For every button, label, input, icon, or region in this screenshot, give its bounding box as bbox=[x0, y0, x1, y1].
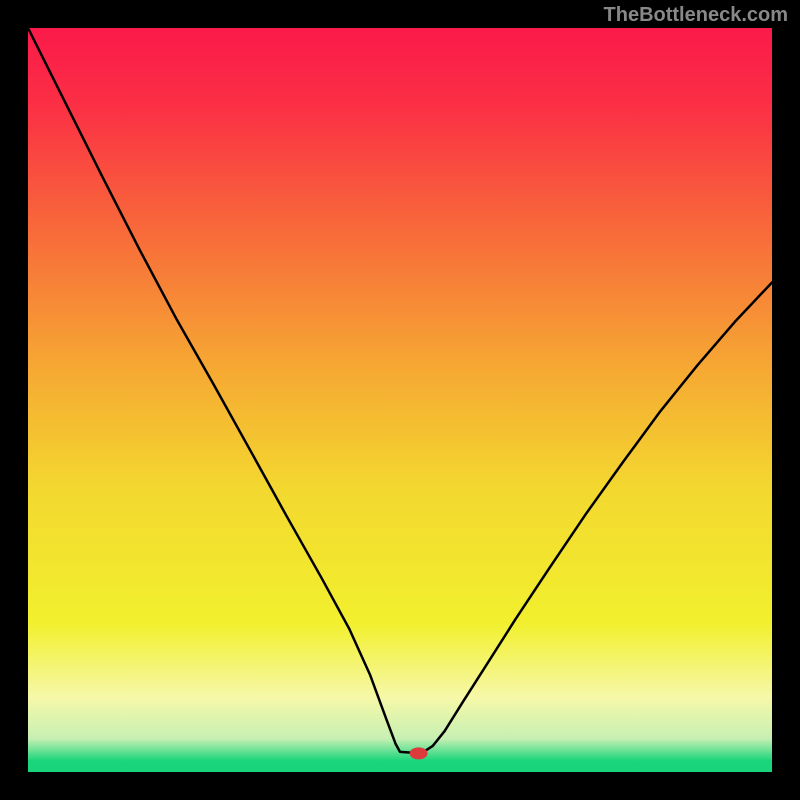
chart-frame: TheBottleneck.com bbox=[0, 0, 800, 800]
watermark-text: TheBottleneck.com bbox=[604, 4, 788, 27]
plot-svg bbox=[28, 28, 772, 772]
gradient-background bbox=[28, 28, 772, 772]
selected-point-marker bbox=[410, 747, 428, 759]
plot-area bbox=[28, 28, 772, 772]
